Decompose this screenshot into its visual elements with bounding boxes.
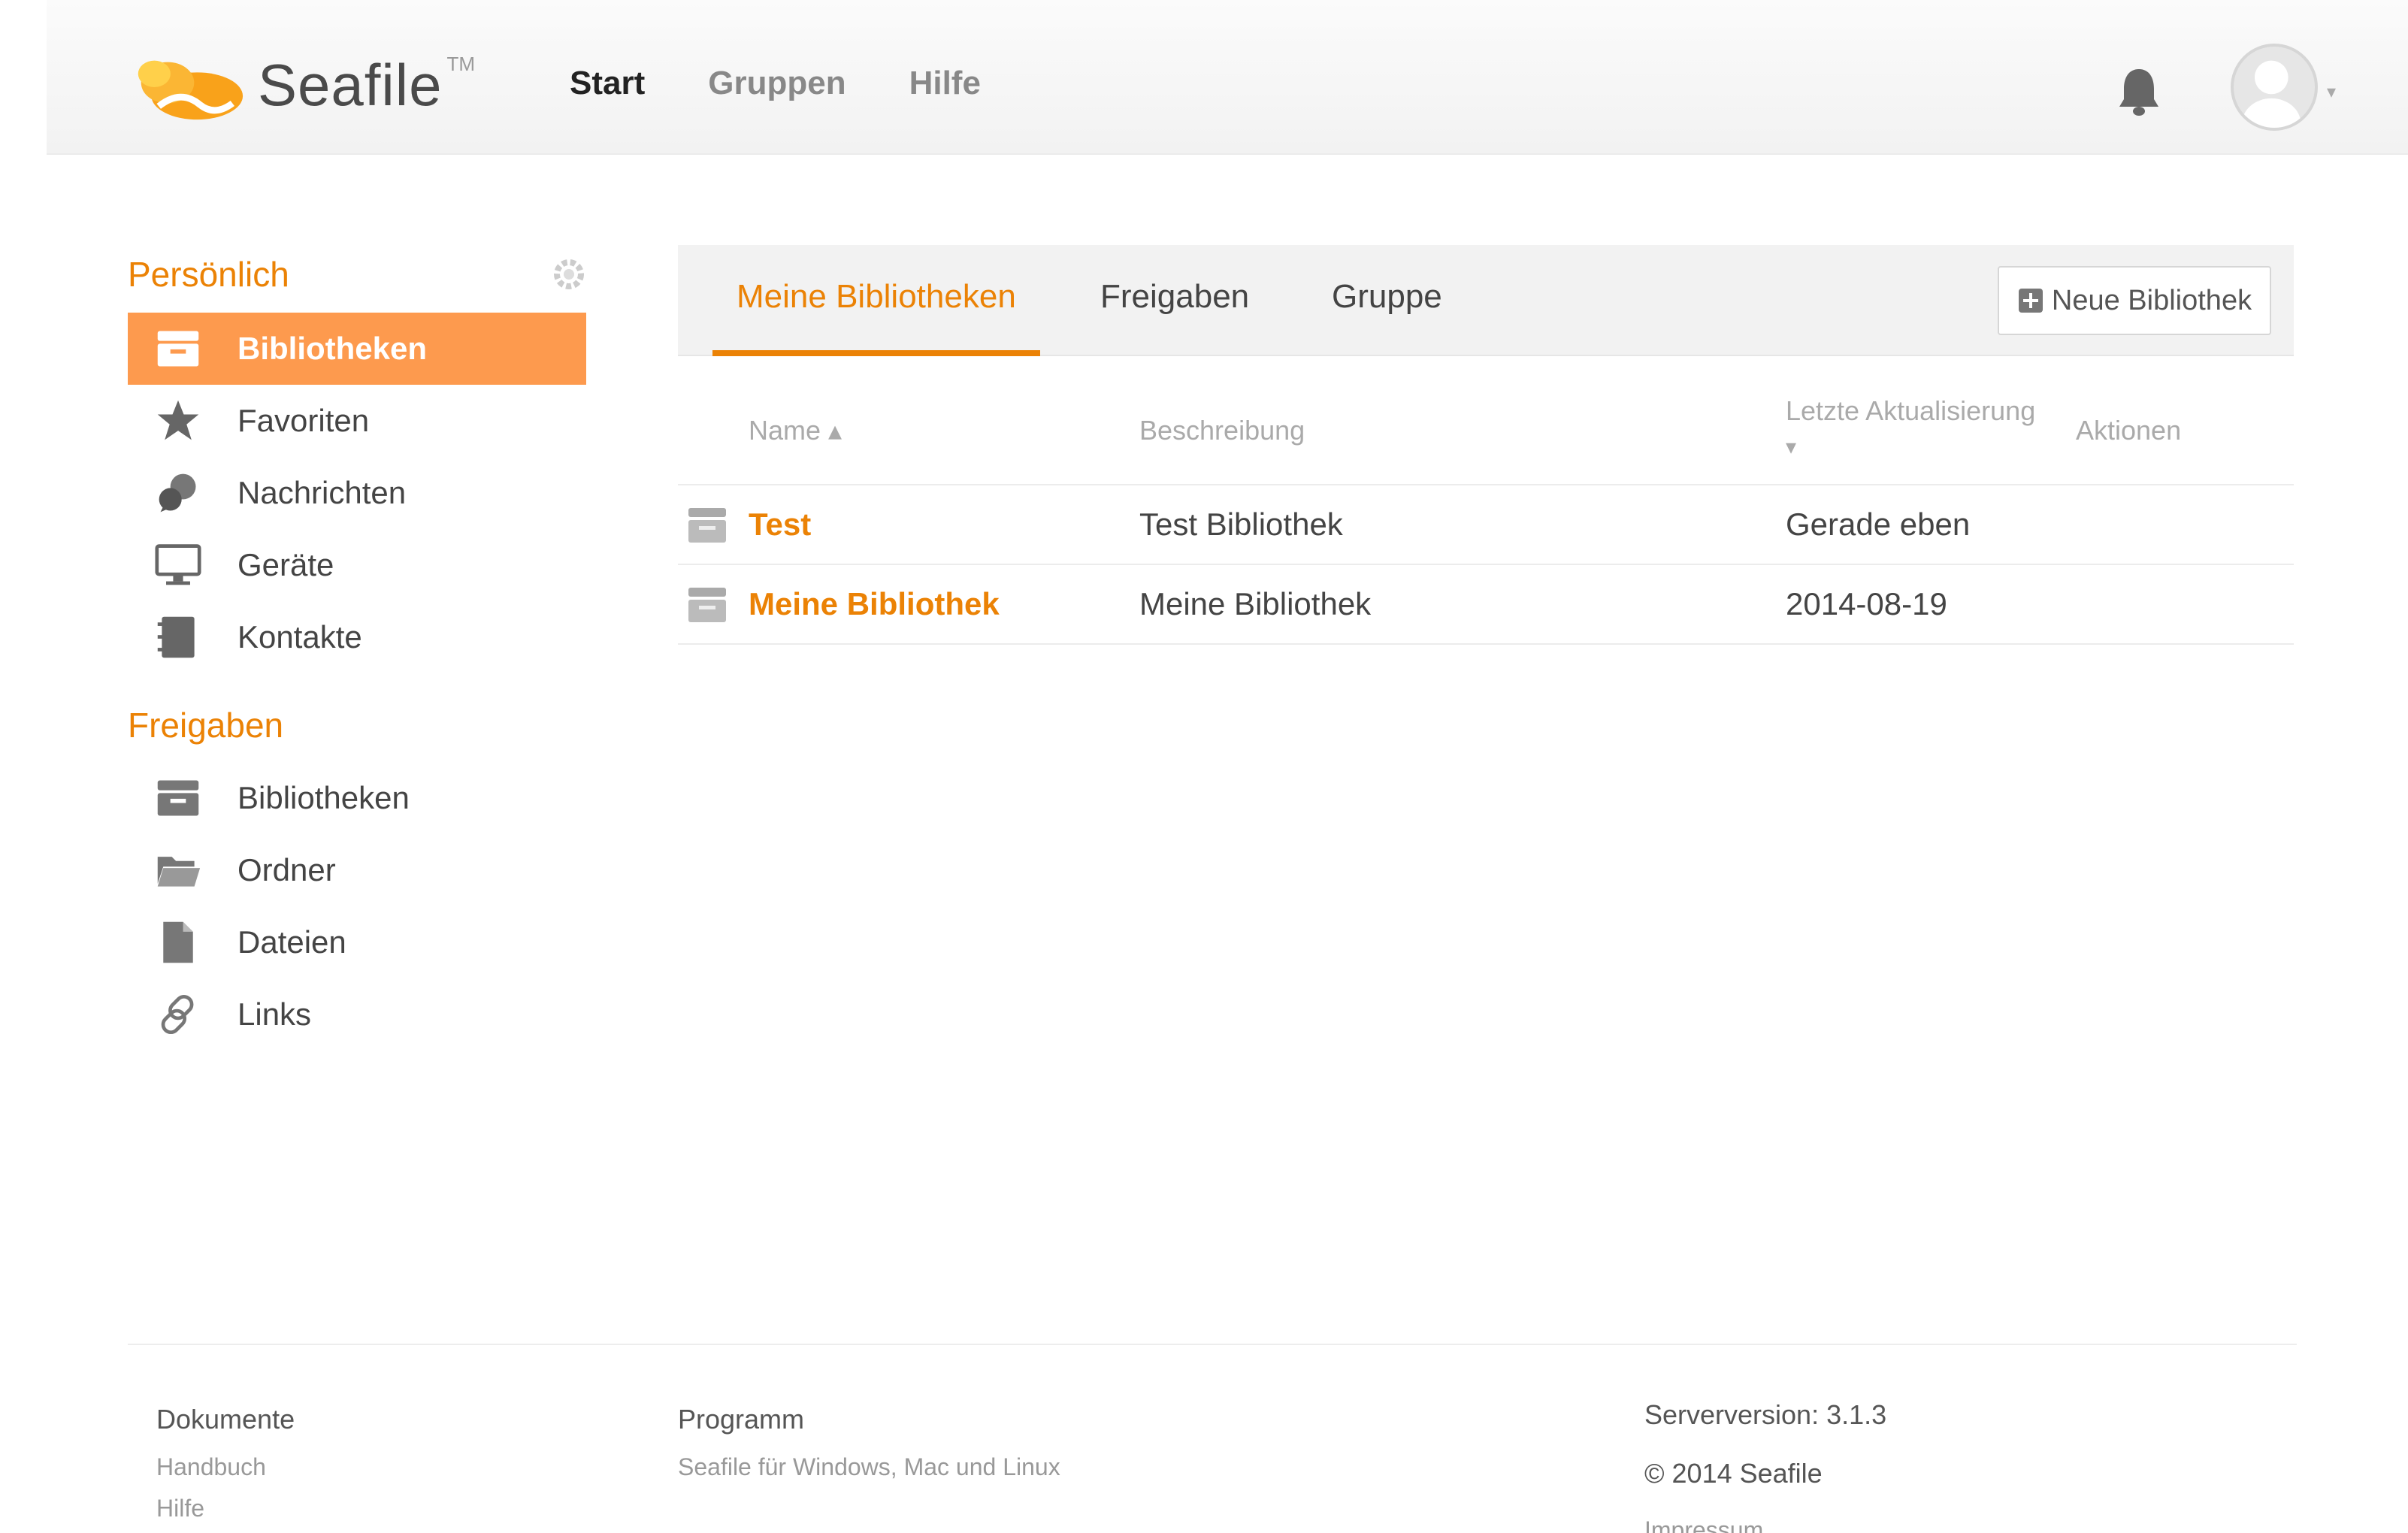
sidebar-item-label: Bibliotheken	[237, 331, 428, 366]
footer-server-info: Serverversion: 3.1.3 © 2014 Seafile Impr…	[1644, 1399, 1886, 1533]
sort-down-icon[interactable]: ▾	[1786, 434, 1796, 459]
sidebar-item-label: Ordner	[237, 852, 336, 887]
plus-square-icon	[2018, 289, 2043, 313]
sidebar-item-label: Nachrichten	[237, 475, 407, 510]
sidebar-item-libraries[interactable]: Bibliotheken	[128, 313, 586, 385]
sidebar-item-label: Dateien	[237, 924, 346, 960]
footer-link-help[interactable]: Hilfe	[156, 1495, 295, 1522]
top-header: Seafile TM Start Gruppen Hilfe ▾	[47, 0, 2408, 155]
seafile-logo[interactable]: Seafile TM	[129, 44, 475, 126]
library-description: Test Bibliothek	[1139, 506, 1343, 542]
link-icon	[153, 990, 203, 1039]
column-last-updated[interactable]: Letzte Aktualisierung	[1786, 395, 2035, 427]
library-icon	[688, 508, 726, 543]
top-navigation: Start Gruppen Hilfe	[570, 65, 1044, 102]
contacts-icon	[153, 612, 203, 662]
sidebar-item-contacts[interactable]: Kontakte	[128, 601, 586, 673]
sidebar-item-messages[interactable]: Nachrichten	[128, 457, 586, 529]
bell-icon[interactable]	[2118, 66, 2160, 117]
library-description: Meine Bibliothek	[1139, 586, 1372, 621]
column-name[interactable]: Name ▴	[749, 415, 842, 446]
sidebar-item-label: Geräte	[237, 547, 334, 582]
sidebar: Persönlich Bibliotheken Favoriten Nachri…	[128, 248, 586, 1051]
sidebar-item-folders[interactable]: Ordner	[128, 834, 586, 906]
sidebar-item-links[interactable]: Links	[128, 978, 586, 1051]
chat-icon	[153, 468, 203, 518]
footer-link-manual[interactable]: Handbuch	[156, 1453, 295, 1481]
nav-gruppen[interactable]: Gruppen	[708, 65, 846, 102]
footer-divider	[128, 1344, 2297, 1345]
footer-program: Programm Seafile für Windows, Mac und Li…	[678, 1404, 1060, 1495]
logo-text: Seafile	[257, 51, 443, 118]
sidebar-item-label: Links	[237, 996, 312, 1032]
folder-icon	[153, 845, 203, 895]
sidebar-item-shared-libraries[interactable]: Bibliotheken	[128, 762, 586, 834]
new-library-button[interactable]: Neue Bibliothek	[1998, 266, 2271, 335]
nav-hilfe[interactable]: Hilfe	[909, 65, 981, 102]
column-actions: Aktionen	[2076, 415, 2182, 446]
chevron-down-icon[interactable]: ▾	[2327, 81, 2336, 103]
tab-my-libraries[interactable]: Meine Bibliotheken	[712, 278, 1040, 356]
nav-start[interactable]: Start	[570, 65, 645, 102]
footer-link-clients[interactable]: Seafile für Windows, Mac und Linux	[678, 1453, 1060, 1481]
library-icon	[153, 773, 203, 823]
seafile-logo-icon	[138, 60, 244, 120]
tab-group[interactable]: Gruppe	[1332, 278, 1442, 356]
file-icon	[153, 918, 203, 967]
table-row[interactable]: Meine Bibliothek Meine Bibliothek 2014-0…	[678, 565, 2294, 645]
sidebar-heading-personal: Persönlich	[128, 248, 586, 301]
avatar-icon[interactable]	[2231, 44, 2318, 131]
gear-icon[interactable]	[552, 257, 586, 292]
star-icon	[153, 396, 203, 446]
tab-bar: Meine Bibliotheken Freigaben Gruppe Neue…	[678, 245, 2294, 356]
footer-docs: Dokumente Handbuch Hilfe	[156, 1404, 295, 1533]
sidebar-item-devices[interactable]: Geräte	[128, 529, 586, 601]
monitor-icon	[153, 540, 203, 590]
footer-link-imprint[interactable]: Impressum	[1644, 1516, 1886, 1533]
sidebar-item-label: Favoriten	[237, 403, 370, 438]
library-updated: 2014-08-19	[1786, 586, 1947, 621]
footer-program-title: Programm	[678, 1404, 805, 1435]
footer-copyright: © 2014 Seafile	[1644, 1458, 1823, 1489]
library-icon	[688, 588, 726, 622]
column-description: Beschreibung	[1139, 415, 1305, 446]
table-header: Name ▴ Beschreibung Letzte Aktualisierun…	[678, 356, 2294, 485]
sidebar-item-favorites[interactable]: Favoriten	[128, 385, 586, 457]
logo-trademark: TM	[446, 52, 475, 75]
sidebar-item-label: Bibliotheken	[237, 780, 410, 815]
sidebar-item-label: Kontakte	[237, 619, 362, 655]
library-icon	[153, 324, 203, 373]
library-name-link[interactable]: Meine Bibliothek	[749, 586, 1000, 622]
table-row[interactable]: Test Test Bibliothek Gerade eben	[678, 485, 2294, 565]
footer-server-version: Serverversion: 3.1.3	[1644, 1399, 1887, 1430]
library-table: Name ▴ Beschreibung Letzte Aktualisierun…	[678, 356, 2294, 645]
library-name-link[interactable]: Test	[749, 506, 811, 543]
sidebar-heading-shared: Freigaben	[128, 706, 284, 745]
main-panel: Meine Bibliotheken Freigaben Gruppe Neue…	[678, 245, 2294, 645]
library-updated: Gerade eben	[1786, 506, 1971, 542]
sidebar-item-files[interactable]: Dateien	[128, 906, 586, 978]
footer-docs-title: Dokumente	[156, 1404, 295, 1435]
tab-shared[interactable]: Freigaben	[1100, 278, 1249, 356]
